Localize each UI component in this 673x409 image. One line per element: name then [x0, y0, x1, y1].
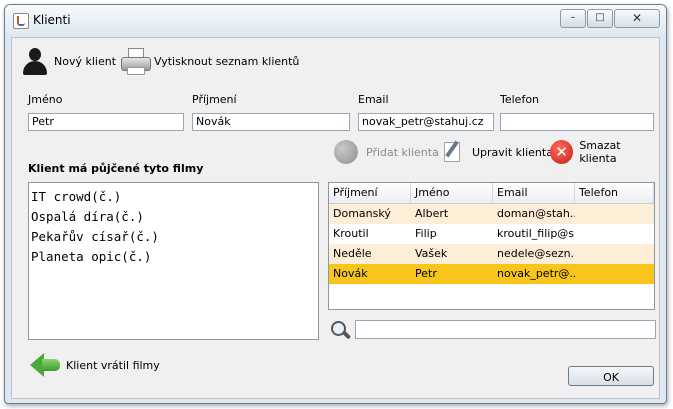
- email-field[interactable]: [358, 113, 494, 131]
- list-item[interactable]: Planeta opic(č.): [31, 247, 316, 267]
- cell-first-name: Vašek: [415, 247, 448, 260]
- java-icon: [13, 13, 29, 29]
- table-header: Příjmení Jméno Email Telefon: [329, 183, 654, 204]
- printer-icon: [118, 46, 152, 76]
- films-heading: Klient má půjčené tyto filmy: [28, 162, 204, 175]
- delete-client-button[interactable]: ✕ Smazat klienta: [550, 138, 659, 166]
- first-name-label: Jméno: [28, 93, 63, 106]
- cell-first-name: Petr: [415, 267, 437, 280]
- return-films-button[interactable]: Klient vrátil filmy: [30, 350, 160, 380]
- first-name-field[interactable]: [28, 113, 184, 131]
- list-item[interactable]: IT crowd(č.): [31, 187, 316, 207]
- search-icon: [330, 320, 352, 342]
- cell-first-name: Albert: [415, 207, 449, 220]
- column-header-last-name[interactable]: Příjmení: [329, 183, 411, 203]
- window-title: Klienti: [33, 13, 71, 27]
- print-list-button[interactable]: Vytisknout seznam klientů: [118, 46, 299, 76]
- person-icon: [20, 46, 50, 76]
- minimize-button[interactable]: –: [560, 9, 586, 28]
- back-arrow-icon: [30, 353, 60, 377]
- cell-last-name: Neděle: [333, 247, 372, 260]
- new-client-label: Nový klient: [54, 54, 117, 68]
- moon-icon: [334, 140, 358, 164]
- cell-email: nedele@sezn...: [497, 247, 575, 260]
- cell-first-name: Filip: [415, 227, 437, 240]
- email-label: Email: [358, 93, 389, 106]
- delete-client-label: Smazat klienta: [579, 139, 621, 165]
- table-row[interactable]: Neděle Vašek nedele@sezn...: [329, 244, 654, 264]
- table-row[interactable]: Novák Petr novak_petr@...: [329, 264, 654, 284]
- cell-phone: [575, 204, 654, 224]
- cell-email: kroutil_filip@s...: [497, 227, 575, 240]
- add-client-label: Přidat klienta: [366, 145, 439, 159]
- clients-table[interactable]: Příjmení Jméno Email Telefon Domanský Alb…: [328, 182, 655, 310]
- phone-field[interactable]: [500, 113, 654, 131]
- table-row[interactable]: Kroutil Filip kroutil_filip@s...: [329, 224, 654, 244]
- clients-window: Klienti – □ ✕ Nový klient Vytisknout sez…: [4, 4, 667, 404]
- cell-phone: [575, 224, 654, 244]
- print-list-label: Vytisknout seznam klientů: [154, 54, 300, 68]
- table-row[interactable]: Domanský Albert doman@stah...: [329, 204, 654, 224]
- cell-phone: [575, 244, 654, 264]
- new-client-button[interactable]: Nový klient: [20, 46, 116, 76]
- ok-button[interactable]: OK: [568, 366, 654, 386]
- title-bar[interactable]: Klienti – □ ✕: [5, 5, 666, 35]
- cell-email: novak_petr@...: [497, 267, 575, 280]
- column-header-email[interactable]: Email: [493, 183, 575, 203]
- phone-label: Telefon: [500, 93, 540, 106]
- list-item[interactable]: Pekařův císař(č.): [31, 227, 316, 247]
- cell-phone: [575, 264, 654, 284]
- edit-document-icon: [442, 140, 462, 164]
- last-name-field[interactable]: [192, 113, 350, 131]
- cell-email: doman@stah...: [497, 207, 575, 220]
- list-item[interactable]: Ospalá díra(č.): [31, 207, 316, 227]
- return-films-label: Klient vrátil filmy: [66, 358, 160, 372]
- cell-last-name: Kroutil: [333, 227, 369, 240]
- add-client-button[interactable]: Přidat klienta: [334, 138, 439, 166]
- films-list[interactable]: IT crowd(č.) Ospalá díra(č.) Pekařův cís…: [28, 182, 319, 340]
- column-header-first-name[interactable]: Jméno: [411, 183, 493, 203]
- maximize-button[interactable]: □: [587, 9, 613, 28]
- edit-client-label: Upravit klienta: [472, 145, 553, 159]
- delete-icon: ✕: [550, 140, 574, 164]
- edit-client-button[interactable]: Upravit klienta: [442, 138, 553, 166]
- search-input[interactable]: [355, 320, 656, 339]
- cell-last-name: Novák: [333, 267, 368, 280]
- cell-last-name: Domanský: [333, 207, 391, 220]
- column-header-phone[interactable]: Telefon: [575, 183, 654, 203]
- content-panel: Nový klient Vytisknout seznam klientů Jm…: [11, 37, 660, 399]
- last-name-label: Příjmení: [192, 93, 237, 106]
- close-button[interactable]: ✕: [614, 9, 660, 28]
